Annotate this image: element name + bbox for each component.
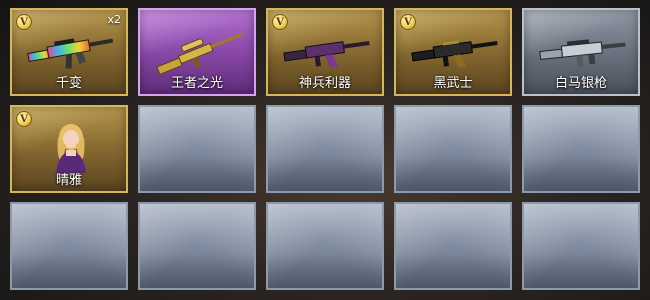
gold-sniper-rifle-icon <box>148 26 250 76</box>
item-name: 黑武士 <box>433 76 473 91</box>
empty-inventory-slot[interactable] <box>266 202 384 290</box>
purple-assault-rifle-icon <box>276 26 378 76</box>
empty-inventory-slot[interactable] <box>522 202 640 290</box>
inventory-slot-qingya[interactable]: V 晴雅 <box>10 105 128 193</box>
empty-inventory-slot[interactable] <box>10 202 128 290</box>
item-count: x2 <box>107 13 121 26</box>
item-name: 千变 <box>55 76 82 91</box>
inventory-slot-heiwushi[interactable]: V 黑武士 <box>394 8 512 96</box>
character-portrait-icon <box>20 123 122 173</box>
inventory-grid: V x2 千变 王者之光 V 神兵利器 V 黑武士 白马银枪 V 晴雅 <box>10 8 640 290</box>
inventory-slot-baimayinqiang[interactable]: 白马银枪 <box>522 8 640 96</box>
item-name: 晴雅 <box>55 173 82 188</box>
inventory-slot-wangzhezhiguang[interactable]: 王者之光 <box>138 8 256 96</box>
empty-inventory-slot[interactable] <box>266 105 384 193</box>
empty-inventory-slot[interactable] <box>522 105 640 193</box>
silver-rifle-icon <box>532 26 634 76</box>
black-assault-rifle-icon <box>404 26 506 76</box>
item-name: 神兵利器 <box>298 76 351 91</box>
empty-inventory-slot[interactable] <box>138 105 256 193</box>
item-name: 王者之光 <box>170 76 223 91</box>
rainbow-rifle-icon <box>20 26 122 76</box>
item-name: 白马银枪 <box>554 76 607 91</box>
empty-inventory-slot[interactable] <box>394 202 512 290</box>
empty-inventory-slot[interactable] <box>138 202 256 290</box>
inventory-slot-qianbian[interactable]: V x2 千变 <box>10 8 128 96</box>
inventory-slot-shenbingliqi[interactable]: V 神兵利器 <box>266 8 384 96</box>
empty-inventory-slot[interactable] <box>394 105 512 193</box>
